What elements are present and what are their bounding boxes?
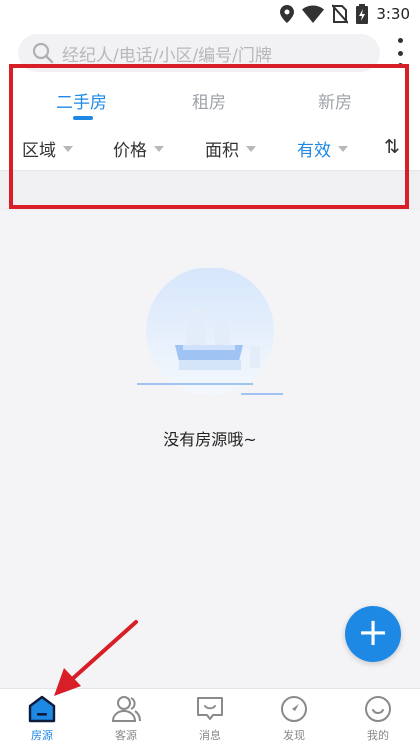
filter-size[interactable]: 面积 <box>205 136 256 161</box>
filter-size-label: 面积 <box>205 141 239 161</box>
nav-item-listings[interactable]: 房源 <box>0 693 84 745</box>
property-type-tabs: 二手房 租房 新房 <box>0 76 420 126</box>
filter-bar: 区域 价格 面积 有效 ⇅ <box>0 126 420 170</box>
no-sim-icon <box>332 4 349 24</box>
house-icon <box>28 695 56 723</box>
search-input[interactable]: 经纪人/电话/小区/编号/门牌 <box>18 34 380 72</box>
tab-rent[interactable]: 租房 <box>192 88 226 113</box>
search-bar: 经纪人/电话/小区/编号/门牌 <box>0 30 420 76</box>
add-listing-button[interactable]: + <box>345 606 401 662</box>
filter-area[interactable]: 区域 <box>22 136 73 161</box>
empty-state-message: 没有房源哦~ <box>163 430 257 449</box>
empty-state-illustration <box>137 268 283 395</box>
tab-second-hand[interactable]: 二手房 <box>56 88 107 113</box>
compass-icon <box>281 696 307 722</box>
wifi-icon <box>302 5 325 23</box>
caret-down-icon <box>246 145 256 152</box>
search-icon <box>32 42 54 64</box>
filter-status-label: 有效 <box>297 141 331 161</box>
nav-label: 房源 <box>31 729 53 742</box>
more-dot <box>397 38 403 43</box>
nav-label: 我的 <box>367 729 389 742</box>
search-placeholder: 经纪人/电话/小区/编号/门牌 <box>62 45 272 66</box>
more-menu-button[interactable] <box>392 38 408 68</box>
nav-label: 消息 <box>199 729 221 742</box>
status-bar: 3:30 <box>0 0 420 30</box>
tab-new-house[interactable]: 新房 <box>318 88 352 113</box>
more-dot <box>397 50 403 56</box>
bottom-nav: 房源 客源 消息 发现 我的 <box>0 688 420 747</box>
smiley-icon <box>365 696 391 722</box>
sort-icon[interactable]: ⇅ <box>384 136 400 158</box>
status-time: 3:30 <box>376 5 410 23</box>
status-icons: 3:30 <box>280 4 410 24</box>
filter-price[interactable]: 价格 <box>113 136 164 161</box>
nav-label: 发现 <box>283 729 305 742</box>
nav-item-discover[interactable]: 发现 <box>252 693 336 745</box>
nav-item-messages[interactable]: 消息 <box>168 693 252 745</box>
filter-status[interactable]: 有效 <box>297 136 348 161</box>
people-icon <box>111 696 141 722</box>
filter-divider-band <box>0 170 420 211</box>
message-icon <box>197 697 223 720</box>
filter-price-label: 价格 <box>113 141 147 161</box>
caret-down-icon <box>63 145 73 152</box>
battery-charging-icon <box>356 4 369 24</box>
plus-icon: + <box>357 610 389 654</box>
tab-indicator <box>73 116 93 120</box>
nav-label: 客源 <box>115 729 137 742</box>
more-dot <box>397 63 403 68</box>
nav-item-me[interactable]: 我的 <box>336 693 420 745</box>
nav-item-clients[interactable]: 客源 <box>84 693 168 745</box>
location-icon <box>280 5 295 23</box>
caret-down-icon <box>338 145 348 152</box>
caret-down-icon <box>154 145 164 152</box>
filter-area-label: 区域 <box>22 141 56 161</box>
